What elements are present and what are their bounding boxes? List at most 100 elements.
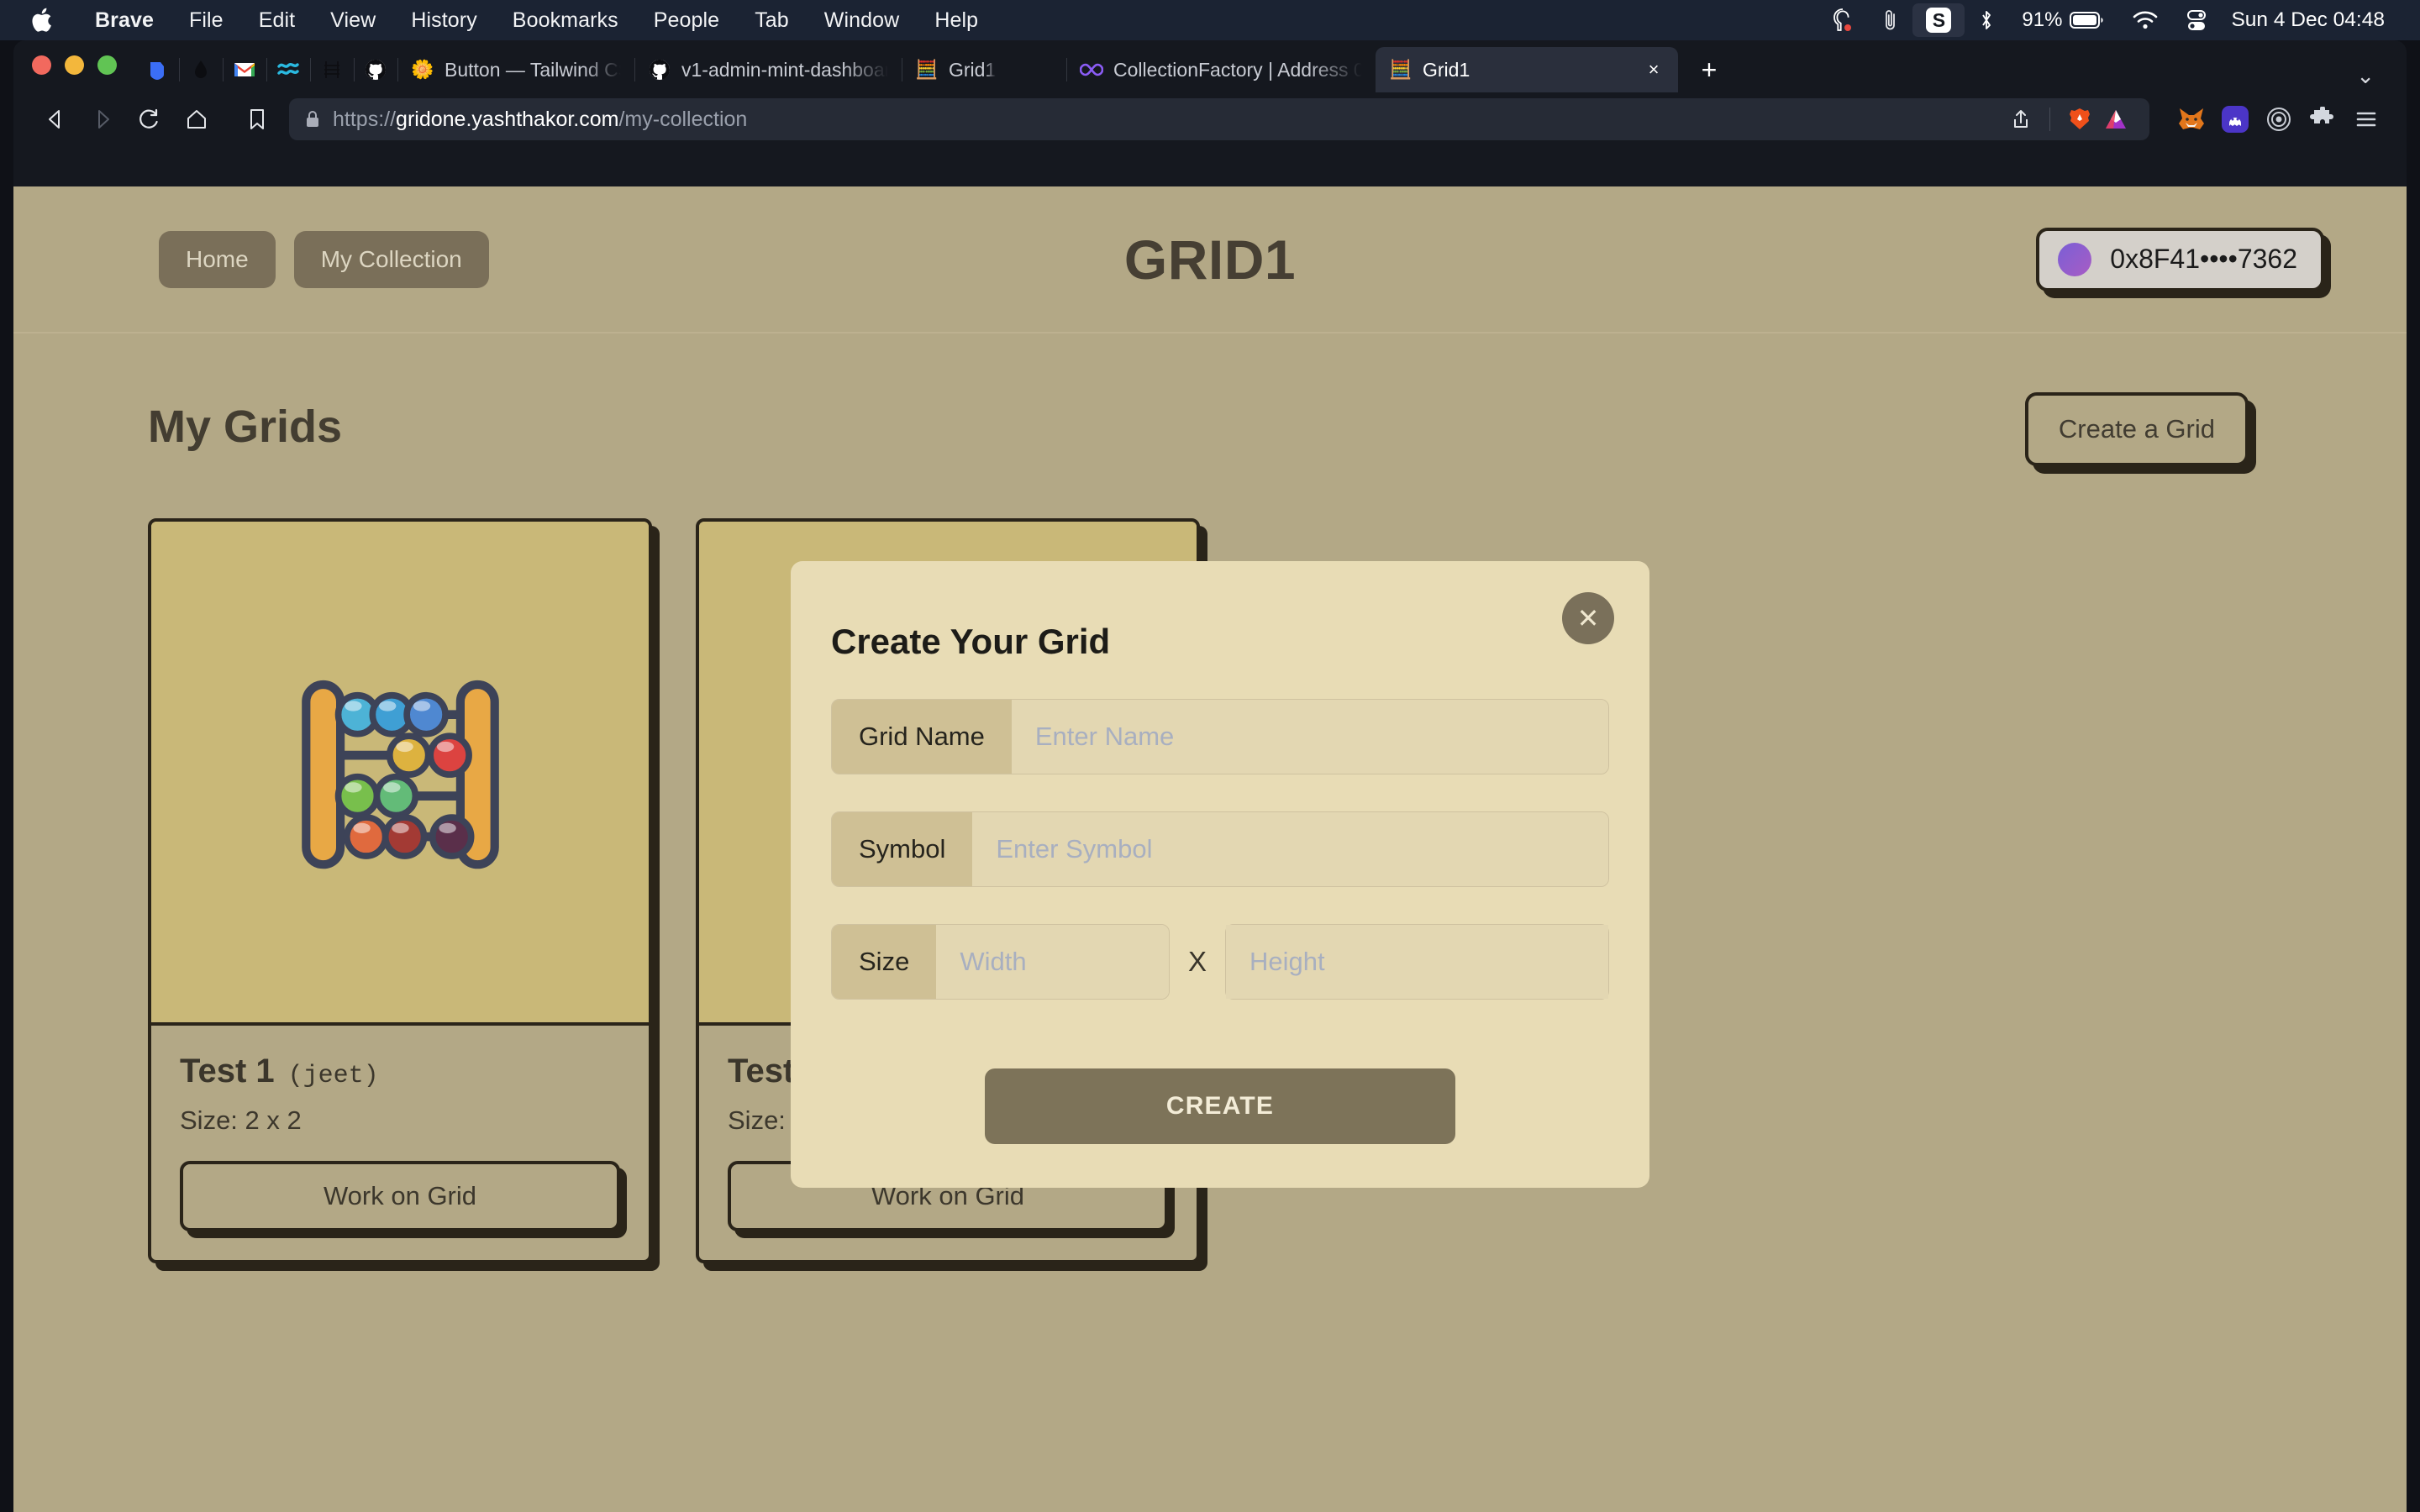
- grid-name-field[interactable]: Grid Name: [831, 699, 1609, 774]
- wallet-area: 0x8F41••••7362: [2036, 227, 2324, 291]
- maximize-window-button[interactable]: [97, 55, 117, 75]
- size-width-field[interactable]: Size: [831, 924, 1170, 1000]
- tab-grid1-active[interactable]: 🧮 Grid1 ×: [1376, 47, 1678, 92]
- battery-percent-label: 91%: [2022, 8, 2063, 31]
- tab-v1-admin-mint-dashboard[interactable]: v1-admin-mint-dashboard/Ipfs: [634, 47, 902, 92]
- abacus-icon: 🧮: [1389, 59, 1413, 80]
- bluetooth-icon[interactable]: [1965, 0, 2008, 40]
- grid-card-name: Test: [728, 1053, 795, 1089]
- chevron-down-icon[interactable]: ⌄: [2341, 63, 2390, 89]
- nav-item-my-collection[interactable]: My Collection: [293, 230, 489, 288]
- tab-title: Grid1: [1423, 58, 1470, 81]
- bookmark-icon[interactable]: [234, 97, 281, 141]
- github-icon: [648, 58, 671, 81]
- browser-window: 🌼 Button — Tailwind CSS Compo v1-admin-m…: [13, 40, 2407, 1512]
- puzzle-piece-icon[interactable]: [2301, 97, 2344, 141]
- menu-item-bookmarks[interactable]: Bookmarks: [495, 8, 636, 33]
- menu-item-tab[interactable]: Tab: [737, 8, 807, 33]
- width-input[interactable]: [936, 925, 1169, 999]
- tab-gmail[interactable]: [223, 47, 266, 92]
- tab-title: v1-admin-mint-dashboard/Ipfs: [681, 58, 888, 81]
- tab-title: Grid1: [949, 58, 997, 81]
- grid-name-row: Grid Name: [831, 699, 1609, 774]
- menu-item-view[interactable]: View: [313, 8, 393, 33]
- grid-name-input[interactable]: [1011, 700, 1608, 774]
- battery-status[interactable]: 91%: [2008, 0, 2118, 40]
- nav-item-home[interactable]: Home: [159, 230, 276, 288]
- tab-ripple[interactable]: [266, 47, 310, 92]
- grid-name-label: Grid Name: [832, 700, 1012, 774]
- os-status-area: S 91% Sun 4 Dec 04:48: [1817, 0, 2400, 40]
- address-bar-actions: [2004, 108, 2134, 131]
- brave-icon: [145, 58, 169, 81]
- browser-toolbar: https://gridone.yashthakor.com/my-collec…: [13, 92, 2407, 146]
- menu-item-people[interactable]: People: [636, 8, 737, 33]
- brave-triangle-icon[interactable]: [2097, 108, 2134, 130]
- new-tab-button[interactable]: +: [1690, 50, 1728, 89]
- menu-item-history[interactable]: History: [393, 8, 494, 33]
- app-status-icon[interactable]: S: [1912, 3, 1965, 37]
- tab-dark-drop[interactable]: [179, 47, 223, 92]
- reload-icon[interactable]: [126, 97, 173, 141]
- infinity-icon: [1080, 58, 1103, 81]
- menu-item-window[interactable]: Window: [807, 8, 918, 33]
- grid-card-body: Test 1 (jeet) Size: 2 x 2 Work on Grid: [151, 1026, 649, 1260]
- target-rings-icon[interactable]: [2257, 97, 2301, 141]
- forward-arrow-icon[interactable]: [79, 97, 126, 141]
- phantom-ghost-icon[interactable]: [2213, 97, 2257, 141]
- screen-recording-icon[interactable]: [1817, 0, 1869, 40]
- tab-tailwind-button[interactable]: 🌼 Button — Tailwind CSS Compo: [397, 47, 634, 92]
- home-icon[interactable]: [173, 97, 220, 141]
- os-menu-items: Brave File Edit View History Bookmarks P…: [77, 8, 996, 33]
- size-height-field[interactable]: [1225, 924, 1609, 1000]
- url-text: https://gridone.yashthakor.com/my-collec…: [333, 108, 747, 132]
- brave-lion-icon[interactable]: [2062, 108, 2097, 131]
- close-modal-button[interactable]: ✕: [1562, 592, 1614, 644]
- control-center-icon[interactable]: [2172, 0, 2221, 40]
- paperclip-icon[interactable]: [1869, 0, 1912, 40]
- grid-card[interactable]: Test 1 (jeet) Size: 2 x 2 Work on Grid: [148, 518, 652, 1263]
- url-path: /my-collection: [618, 107, 748, 131]
- close-window-button[interactable]: [32, 55, 51, 75]
- minimize-window-button[interactable]: [65, 55, 84, 75]
- section-header: My Grids Create a Grid: [13, 333, 2407, 466]
- symbol-field[interactable]: Symbol: [831, 811, 1609, 887]
- tab-abacus-mono[interactable]: [310, 47, 354, 92]
- lock-icon: [304, 109, 321, 129]
- os-clock[interactable]: Sun 4 Dec 04:48: [2221, 8, 2385, 32]
- symbol-input[interactable]: [972, 812, 1608, 886]
- grid-card-symbol: (jeet): [287, 1062, 379, 1090]
- dark-drop-icon: [189, 58, 213, 81]
- grid-card-size: Size: 2 x 2: [180, 1105, 302, 1135]
- tab-strip: 🌼 Button — Tailwind CSS Compo v1-admin-m…: [13, 40, 2407, 92]
- apple-logo-icon[interactable]: [30, 6, 55, 34]
- menu-item-help[interactable]: Help: [917, 8, 996, 33]
- menu-item-file[interactable]: File: [171, 8, 241, 33]
- site-header: Home My Collection GRID1 0x8F41••••7362: [13, 186, 2407, 333]
- grid-card-name: Test 1: [180, 1053, 275, 1089]
- height-input[interactable]: [1226, 925, 1608, 999]
- menu-item-edit[interactable]: Edit: [241, 8, 313, 33]
- share-icon[interactable]: [2004, 108, 2038, 130]
- address-bar[interactable]: https://gridone.yashthakor.com/my-collec…: [289, 98, 2149, 140]
- hamburger-menu-icon[interactable]: [2344, 97, 2388, 141]
- back-arrow-icon[interactable]: [32, 97, 79, 141]
- close-tab-button[interactable]: ×: [1643, 59, 1665, 81]
- tab-strip-right: ⌄: [2341, 63, 2407, 92]
- tab-grid1-inactive[interactable]: 🧮 Grid1: [902, 47, 1066, 92]
- abacus-icon: [293, 666, 508, 879]
- create-submit-button[interactable]: CREATE: [985, 1068, 1455, 1144]
- create-a-grid-button[interactable]: Create a Grid: [2024, 392, 2249, 466]
- work-on-grid-button[interactable]: Work on Grid: [180, 1161, 620, 1231]
- tab-github-1[interactable]: [354, 47, 397, 92]
- tab-brave[interactable]: [135, 47, 179, 92]
- grid-card-artwork: [151, 522, 649, 1026]
- menu-item-brave[interactable]: Brave: [77, 8, 171, 33]
- metamask-fox-icon[interactable]: [2170, 97, 2213, 141]
- wifi-icon[interactable]: [2118, 0, 2172, 40]
- site-nav: Home My Collection: [159, 230, 489, 288]
- tab-collection-factory[interactable]: CollectionFactory | Address 0x: [1066, 47, 1376, 92]
- window-traffic-lights[interactable]: [32, 40, 117, 92]
- github-icon: [364, 58, 387, 81]
- wallet-address-button[interactable]: 0x8F41••••7362: [2036, 227, 2324, 291]
